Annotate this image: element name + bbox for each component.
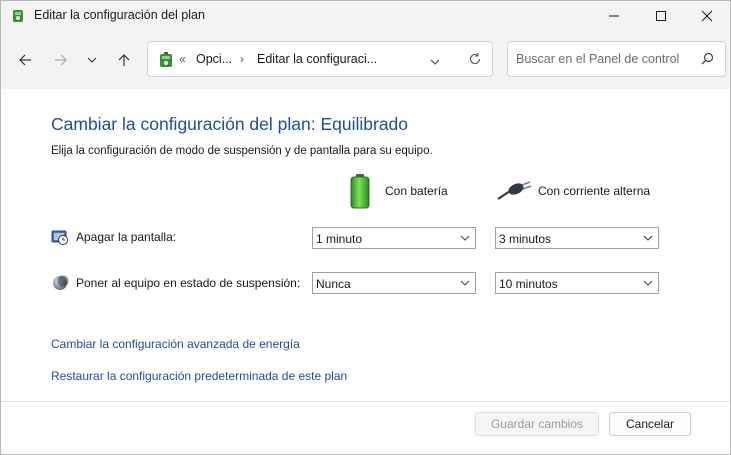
- setting-label-sleep: Poner al equipo en estado de suspensión:: [76, 276, 301, 290]
- setting-label-display-off: Apagar la pantalla:: [76, 230, 177, 244]
- breadcrumb-item-edit-plan[interactable]: Editar la configuraci...: [257, 52, 377, 66]
- close-button[interactable]: [684, 1, 730, 31]
- search-button[interactable]: [701, 52, 714, 70]
- cancel-button[interactable]: Cancelar: [609, 412, 691, 436]
- power-plan-window: Editar la configuración del plan « Opci.…: [0, 0, 731, 455]
- display-off-ac-select[interactable]: 3 minutos: [495, 227, 659, 249]
- column-label-battery: Con batería: [385, 184, 448, 198]
- power-options-icon: [10, 8, 26, 24]
- sleep-battery-value: Nunca: [316, 277, 351, 291]
- window-title: Editar la configuración del plan: [34, 8, 205, 22]
- breadcrumb-separator[interactable]: ›: [240, 52, 244, 66]
- ac-plug-icon: [497, 181, 532, 200]
- up-button[interactable]: [111, 47, 137, 73]
- restore-defaults-link[interactable]: Restaurar la configuración predeterminad…: [51, 369, 347, 383]
- sleep-ac-value: 10 minutos: [499, 277, 558, 291]
- recent-locations-button[interactable]: [79, 47, 105, 73]
- sleep-ac-select[interactable]: 10 minutos: [495, 272, 659, 294]
- chevron-down-icon: [460, 280, 470, 286]
- display-off-ac-value: 3 minutos: [499, 232, 552, 246]
- footer-divider: [1, 401, 730, 402]
- chevron-down-icon: [430, 59, 440, 65]
- maximize-icon: [656, 11, 666, 21]
- chevron-down-icon: [460, 235, 470, 241]
- sleep-moon-icon: [51, 274, 69, 292]
- forward-arrow-icon: [55, 54, 67, 66]
- display-off-battery-select[interactable]: 1 minuto: [312, 227, 476, 249]
- column-header-battery: Con batería: [349, 173, 448, 209]
- search-box: [507, 41, 726, 77]
- battery-icon: [350, 174, 370, 209]
- refresh-icon: [469, 52, 481, 65]
- recent-chevron-icon: [87, 57, 97, 63]
- close-icon: [701, 10, 713, 22]
- save-changes-button[interactable]: Guardar cambios: [475, 412, 599, 436]
- page-subtitle: Elija la configuración de modo de suspen…: [51, 145, 433, 157]
- display-off-battery-value: 1 minuto: [316, 232, 363, 246]
- back-arrow-icon: [19, 54, 31, 66]
- up-arrow-icon: [118, 54, 130, 66]
- power-options-icon: [157, 51, 175, 69]
- column-header-ac: Con corriente alterna: [496, 181, 650, 201]
- display-clock-icon: [51, 228, 69, 246]
- breadcrumb-overflow[interactable]: «: [179, 52, 186, 66]
- chevron-down-icon: [643, 280, 653, 286]
- refresh-button[interactable]: [468, 52, 482, 71]
- column-label-ac: Con corriente alterna: [538, 184, 651, 198]
- address-bar[interactable]: « Opci... › Editar la configuraci...: [147, 41, 493, 77]
- forward-button[interactable]: [48, 47, 74, 73]
- title-bar: Editar la configuración del plan: [1, 1, 730, 31]
- navigation-bar: « Opci... › Editar la configuraci...: [1, 31, 730, 89]
- maximize-button[interactable]: [638, 1, 684, 31]
- address-history-button[interactable]: [430, 54, 440, 72]
- minimize-button[interactable]: [591, 1, 637, 31]
- sleep-battery-select[interactable]: Nunca: [312, 272, 476, 294]
- breadcrumb-item-power-options[interactable]: Opci...: [196, 52, 232, 66]
- search-icon: [701, 52, 714, 65]
- back-button[interactable]: [12, 47, 38, 73]
- advanced-power-settings-link[interactable]: Cambiar la configuración avanzada de ene…: [51, 337, 300, 351]
- chevron-down-icon: [643, 235, 653, 241]
- minimize-icon: [609, 15, 619, 17]
- search-input[interactable]: [516, 50, 692, 68]
- page-title: Cambiar la configuración del plan: Equil…: [51, 114, 409, 134]
